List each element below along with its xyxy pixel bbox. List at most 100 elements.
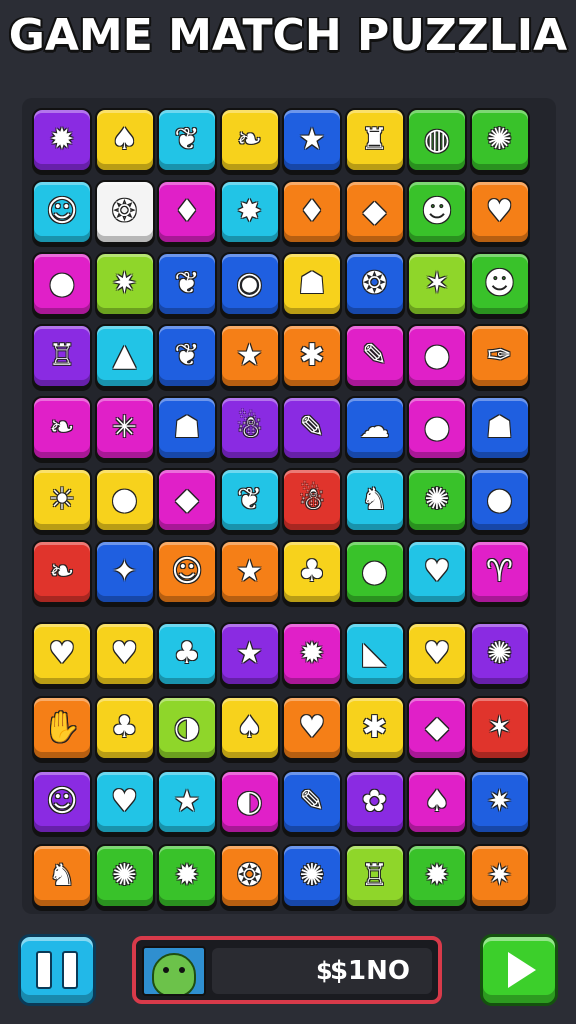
tile[interactable]: ♥ <box>469 180 530 244</box>
tile[interactable]: ☗ <box>282 252 342 316</box>
tile[interactable]: ✎ <box>344 324 405 388</box>
tile[interactable]: ◆ <box>344 180 405 244</box>
tile[interactable]: ♞ <box>32 844 92 908</box>
tile[interactable]: ❦ <box>157 252 217 316</box>
tile[interactable]: ☃ <box>282 468 342 532</box>
tile[interactable]: ♠ <box>94 108 155 172</box>
tile[interactable]: ❂ <box>344 252 405 316</box>
tile[interactable]: ✎ <box>282 396 342 460</box>
tile[interactable]: ❂ <box>219 844 280 908</box>
tile[interactable]: ☺ <box>32 770 92 834</box>
tile[interactable]: ✹ <box>157 844 217 908</box>
tile[interactable]: ✹ <box>282 622 342 686</box>
tile[interactable]: ☻ <box>407 180 467 244</box>
leaf-icon: ❧ <box>49 410 75 445</box>
tile[interactable]: ☗ <box>469 396 530 460</box>
tile[interactable]: ♥ <box>94 622 155 686</box>
shell-icon: ❂ <box>361 266 388 301</box>
tile[interactable]: ✺ <box>469 108 530 172</box>
play-button[interactable] <box>480 934 558 1006</box>
shell-icon: ◆ <box>425 710 449 745</box>
tile[interactable]: ◐ <box>219 770 280 834</box>
tile[interactable]: ♣ <box>94 696 155 760</box>
tile[interactable]: ♦ <box>157 180 217 244</box>
tile[interactable]: ♠ <box>407 770 467 834</box>
tile[interactable]: ★ <box>157 770 217 834</box>
tile[interactable]: ✦ <box>94 540 155 604</box>
tile[interactable]: ☀ <box>32 468 92 532</box>
tile[interactable]: ✺ <box>469 622 530 686</box>
tile[interactable]: ❧ <box>32 396 92 460</box>
tile[interactable]: ✺ <box>94 844 155 908</box>
tile[interactable]: ✸ <box>219 180 280 244</box>
tile[interactable]: ✷ <box>469 770 530 834</box>
tile[interactable]: ❦ <box>157 108 217 172</box>
tile[interactable]: ● <box>32 252 92 316</box>
tile[interactable]: ★ <box>219 540 280 604</box>
tile[interactable]: ◍ <box>407 108 467 172</box>
tile[interactable]: ✹ <box>32 108 92 172</box>
tile[interactable]: ❧ <box>219 108 280 172</box>
tile[interactable]: ★ <box>219 622 280 686</box>
tile[interactable]: ✋ <box>32 696 92 760</box>
tile[interactable]: ❧ <box>32 540 92 604</box>
tile[interactable]: ✺ <box>407 468 467 532</box>
tile[interactable]: ❂ <box>94 180 155 244</box>
tile[interactable]: ♥ <box>32 622 92 686</box>
tile[interactable]: ✎ <box>282 770 342 834</box>
tile[interactable]: ✿ <box>344 770 405 834</box>
tile[interactable]: ✱ <box>344 696 405 760</box>
tile[interactable]: ✳ <box>94 396 155 460</box>
tile[interactable]: ☁ <box>344 396 405 460</box>
tile[interactable]: ♥ <box>407 622 467 686</box>
tile[interactable]: ♈ <box>469 540 530 604</box>
tile[interactable]: ★ <box>219 324 280 388</box>
tile[interactable]: ☺ <box>157 540 217 604</box>
tile[interactable]: ❦ <box>157 324 217 388</box>
tile[interactable]: ♖ <box>32 324 92 388</box>
tile[interactable]: ✑ <box>469 324 530 388</box>
flower-icon: ✺ <box>111 858 138 893</box>
tile[interactable]: ♥ <box>282 696 342 760</box>
ghost-icon: ☃ <box>298 482 326 517</box>
tile[interactable]: ◆ <box>407 696 467 760</box>
tile[interactable]: ★ <box>282 108 342 172</box>
tile[interactable]: ✶ <box>469 696 530 760</box>
tile[interactable]: ● <box>469 468 530 532</box>
spiky-creature-icon: ✹ <box>49 122 75 157</box>
tile[interactable]: ✷ <box>94 252 155 316</box>
tile[interactable]: ♞ <box>344 468 405 532</box>
tile[interactable]: ✷ <box>469 844 530 908</box>
tile[interactable]: ● <box>94 468 155 532</box>
tile[interactable]: ● <box>407 324 467 388</box>
tile[interactable]: ☺ <box>32 180 92 244</box>
shell-icon: ✦ <box>111 554 138 589</box>
dino-icon: ❦ <box>174 266 200 301</box>
tile[interactable]: ✹ <box>407 844 467 908</box>
tile[interactable]: ☃ <box>219 396 280 460</box>
tile[interactable]: ♜ <box>344 108 405 172</box>
tile[interactable]: ♠ <box>219 696 280 760</box>
tile[interactable]: ❦ <box>219 468 280 532</box>
tile[interactable]: ☻ <box>469 252 530 316</box>
tile[interactable]: ◣ <box>344 622 405 686</box>
tile[interactable]: ▲ <box>94 324 155 388</box>
tile[interactable]: ♣ <box>157 622 217 686</box>
tile[interactable]: ◉ <box>219 252 280 316</box>
pause-button[interactable] <box>18 934 96 1006</box>
tile[interactable]: ♦ <box>282 180 342 244</box>
tile[interactable]: ● <box>344 540 405 604</box>
tile[interactable]: ☗ <box>157 396 217 460</box>
tile[interactable]: ✱ <box>282 324 342 388</box>
tile[interactable]: ◑ <box>157 696 217 760</box>
tile[interactable]: ♣ <box>282 540 342 604</box>
tile[interactable]: ✶ <box>407 252 467 316</box>
creature-icon: ☗ <box>486 410 513 445</box>
tile[interactable]: ♥ <box>94 770 155 834</box>
tile[interactable]: ♖ <box>344 844 405 908</box>
tile[interactable]: ♥ <box>407 540 467 604</box>
tile[interactable]: ◆ <box>157 468 217 532</box>
bottom-bar: $ $1NO <box>0 920 576 1024</box>
tile[interactable]: ✺ <box>282 844 342 908</box>
tile[interactable]: ● <box>407 396 467 460</box>
